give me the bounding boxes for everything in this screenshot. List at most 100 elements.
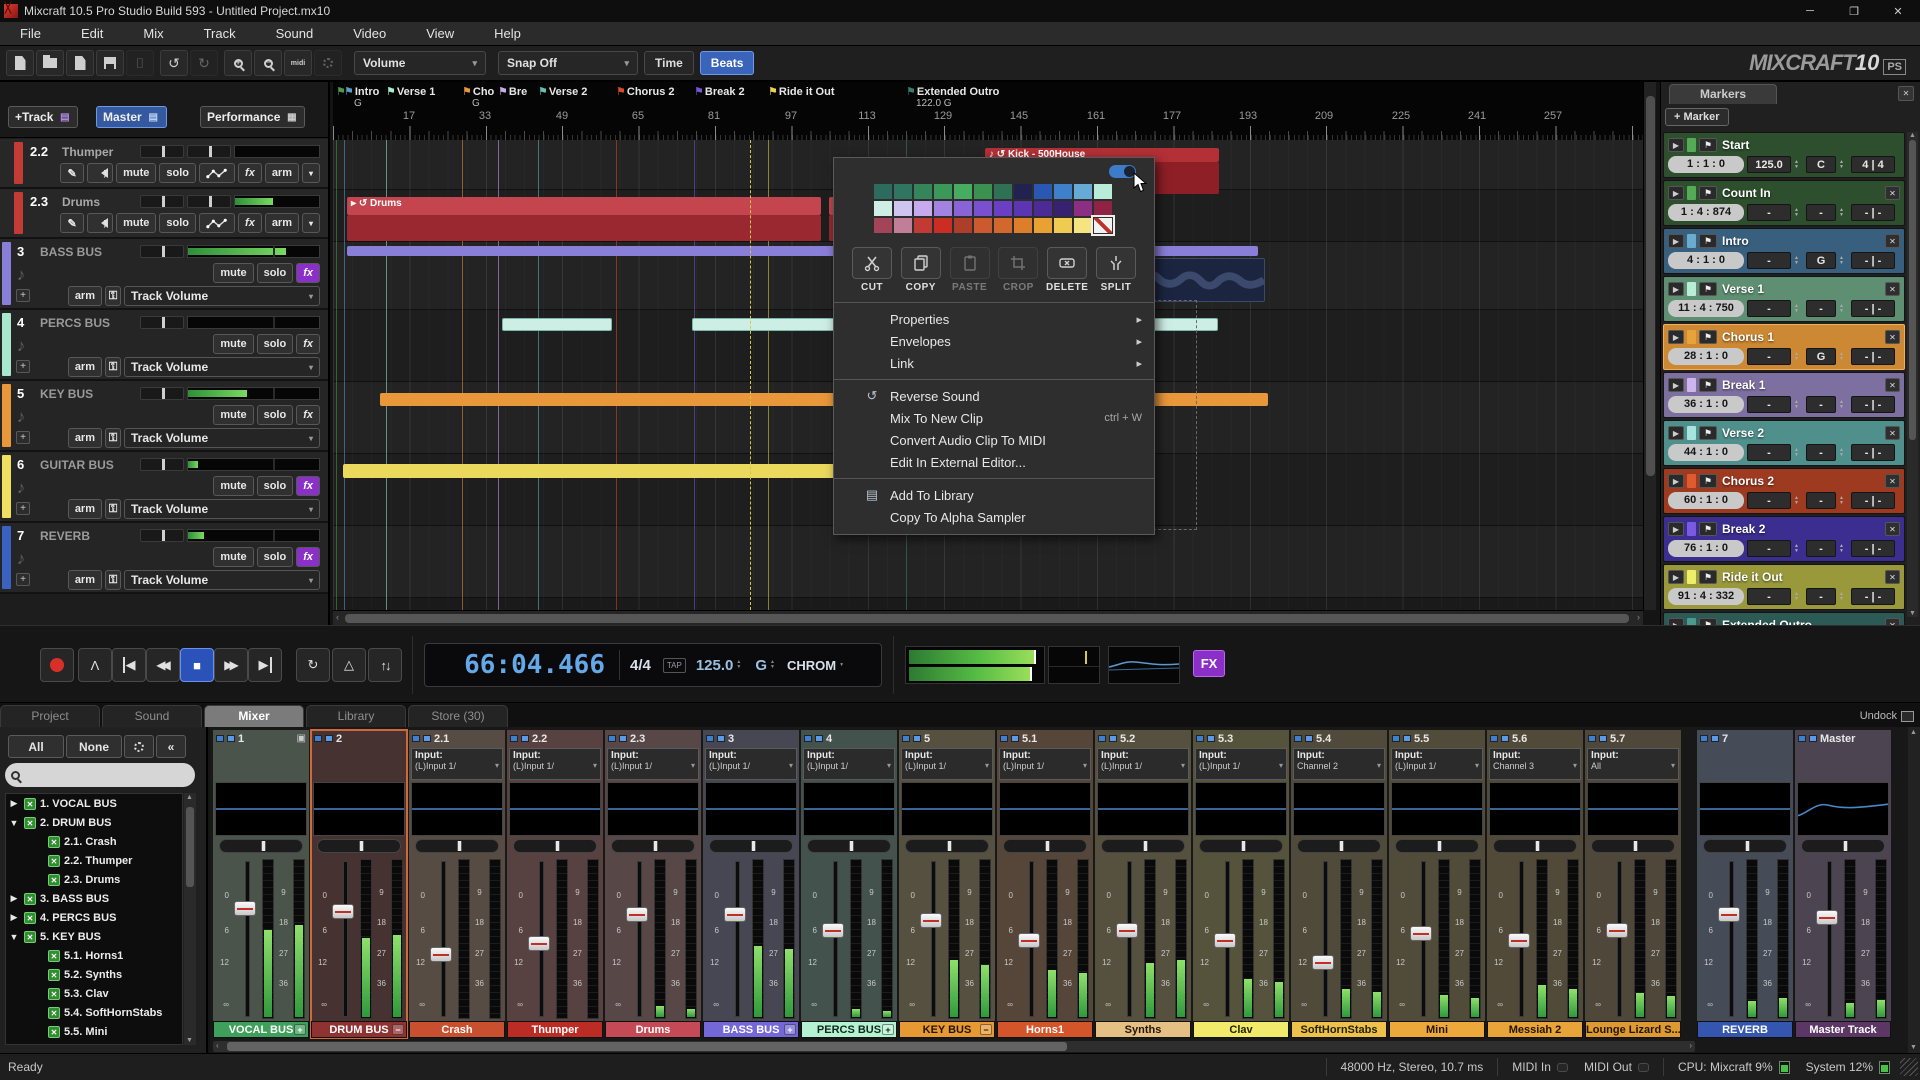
tempo-spinner[interactable]: ▲▼ xyxy=(1794,444,1803,461)
section-marker[interactable]: ⚑Extended Outro 122.0 G xyxy=(906,84,1056,109)
channel-name-label[interactable]: KEY BUS− xyxy=(899,1021,995,1038)
channel-name-label[interactable]: Drums xyxy=(605,1021,701,1038)
marker-tempo-field[interactable]: - xyxy=(1747,444,1791,461)
expand-collapse-button[interactable]: − xyxy=(980,1024,992,1035)
marker-card[interactable]: ▶ ⚑ Chorus 2 ✕ 60 : 1 : 0 - ▲▼ - ▲▼ - | … xyxy=(1663,468,1905,514)
color-swatch[interactable] xyxy=(1094,184,1112,199)
search-input[interactable] xyxy=(5,763,195,787)
eq-display[interactable] xyxy=(705,782,797,836)
marker-expand-button[interactable]: ▶ xyxy=(1668,474,1684,488)
monitor-button[interactable]: ) xyxy=(87,213,113,233)
scrollbar-thumb[interactable] xyxy=(186,807,194,887)
undo-button[interactable]: ↺ xyxy=(160,50,188,76)
expand-arrow-icon[interactable]: ▶ xyxy=(8,893,20,904)
time-mode-button[interactable]: Time xyxy=(644,51,694,75)
eq-display[interactable] xyxy=(1587,782,1679,836)
color-swatch[interactable] xyxy=(954,201,972,216)
master-fx-button[interactable]: FX xyxy=(1193,650,1225,677)
tree-item[interactable]: ✕ 5.4. SoftHornStabs xyxy=(6,1003,182,1022)
fader-handle[interactable] xyxy=(1116,923,1138,938)
tempo-spinner[interactable]: ▲▼ xyxy=(1794,156,1803,173)
midi-button[interactable]: midi xyxy=(284,50,312,76)
scrollbar-thumb[interactable] xyxy=(227,1042,1067,1051)
marker-key-field[interactable]: G xyxy=(1806,348,1836,365)
volume-fader[interactable] xyxy=(1812,859,1842,1019)
tab-sound[interactable]: Sound xyxy=(102,705,202,727)
section-marker[interactable]: ⚑Chorus 2 xyxy=(616,84,766,98)
automation-param-select[interactable]: Track Volume▾ xyxy=(124,357,320,377)
no-color-swatch-selected[interactable] xyxy=(1094,218,1112,233)
tree-item[interactable]: ▶ ✕ 4. PERCS BUS xyxy=(6,908,182,927)
crop-button[interactable]: CROP xyxy=(996,247,1040,293)
solo-button[interactable]: solo xyxy=(159,213,196,233)
menu-item[interactable]: Video xyxy=(333,22,406,46)
channel-header[interactable]: 5 xyxy=(899,730,995,747)
timeline-vertical-scrollbar[interactable] xyxy=(1643,82,1656,610)
tempo-spinner[interactable]: ▲▼ xyxy=(1794,204,1803,221)
volume-fader[interactable] xyxy=(1112,859,1142,1019)
channel-header[interactable]: 4 xyxy=(801,730,897,747)
color-swatch[interactable] xyxy=(874,218,892,233)
track-name[interactable]: GUITAR BUS xyxy=(40,458,114,472)
context-menu-item[interactable]: Mix To New Clip ctrl + W xyxy=(834,407,1154,429)
marker-time-field[interactable]: 91 : 4 : 332 xyxy=(1668,588,1744,605)
channel-name-label[interactable]: REVERB xyxy=(1697,1021,1793,1038)
marker-timesig-field[interactable]: - | - xyxy=(1851,540,1895,557)
context-menu-item[interactable]: Copy To Alpha Sampler xyxy=(834,506,1154,528)
fader-handle[interactable] xyxy=(528,936,550,951)
punch-button[interactable]: Λ xyxy=(78,648,112,682)
section-marker[interactable]: ⚑ xyxy=(336,84,486,98)
tree-item[interactable]: ▼ ✕ 5. KEY BUS xyxy=(6,927,182,946)
tempo-spinner[interactable]: ▲▼ xyxy=(1794,300,1803,317)
select-none-button[interactable]: None xyxy=(66,735,122,758)
marker-expand-button[interactable]: ▶ xyxy=(1668,186,1684,200)
volume-fader[interactable] xyxy=(1602,859,1632,1019)
track-options-button[interactable]: ▾ xyxy=(302,163,320,183)
marker-color-chip[interactable] xyxy=(1687,570,1696,584)
mixer-channel-strip[interactable]: 5.7 Input: All▾ 0 6 12 xyxy=(1585,730,1681,1038)
key-spinner[interactable]: ▲▼ xyxy=(1839,540,1848,557)
marker-time-field[interactable]: 1 : 1 : 0 xyxy=(1668,156,1744,173)
volume-fader[interactable] xyxy=(1406,859,1436,1019)
key-spinner[interactable]: ▲▼ xyxy=(1839,444,1848,461)
punch-in-out-button[interactable]: ↑↓ xyxy=(368,648,402,682)
volume-slider[interactable] xyxy=(187,145,231,158)
scrollbar-thumb[interactable] xyxy=(345,614,1629,623)
key-spinner[interactable]: ▲▼ xyxy=(1839,348,1848,365)
channel-checkbox[interactable]: ✕ xyxy=(48,1007,60,1019)
solo-button[interactable]: solo xyxy=(257,405,294,425)
time-display[interactable]: 66:04.466 xyxy=(425,650,605,680)
input-select[interactable]: Input: (L)Input 1/▾ xyxy=(607,748,699,780)
context-menu-item[interactable]: Convert Audio Clip To MIDI xyxy=(834,429,1154,451)
key-spinner[interactable]: ▲▼ xyxy=(1839,204,1848,221)
marker-tempo-field[interactable]: 125.0 xyxy=(1747,156,1791,173)
scroll-up-icon[interactable]: ▲ xyxy=(1910,729,1917,736)
mixer-channel-strip[interactable]: 5 Input: (L)Input 1/▾ 0 6 xyxy=(899,730,995,1038)
input-select[interactable]: Input: (L)Input 1/▾ xyxy=(705,748,797,780)
fader-handle[interactable] xyxy=(626,907,648,922)
monitor-button[interactable]: ) xyxy=(87,163,113,183)
automation-type-select[interactable]: Volume▾ xyxy=(354,51,486,75)
pan-slider[interactable] xyxy=(611,839,695,853)
open-project-button[interactable] xyxy=(36,50,64,76)
channel-name-label[interactable]: PERCS BUS+ xyxy=(801,1021,897,1038)
channel-name-label[interactable]: Horns1 xyxy=(997,1021,1093,1038)
bus-track-row[interactable]: 5 KEY BUS ♪ mute solo fx arm ⚿ Track Vol… xyxy=(0,381,328,452)
color-swatch[interactable] xyxy=(994,218,1012,233)
context-menu-item[interactable]: Edit In External Editor... xyxy=(834,451,1154,473)
fader-handle[interactable] xyxy=(1508,933,1530,948)
channel-name-label[interactable]: Clav xyxy=(1193,1021,1289,1038)
eq-display[interactable] xyxy=(1195,782,1287,836)
arm-button[interactable]: arm xyxy=(68,499,102,519)
record-button[interactable] xyxy=(40,648,74,682)
mixer-channel-strip[interactable]: 2.2 Input: (L)Input 1/▾ 0 6 xyxy=(507,730,603,1038)
eq-display[interactable] xyxy=(509,782,601,836)
eq-display[interactable] xyxy=(901,782,993,836)
context-menu-item[interactable]: Envelopes ▸ xyxy=(834,330,1154,352)
bus-track-row[interactable]: 4 PERCS BUS ♪ mute solo fx arm ⚿ Track V… xyxy=(0,310,328,381)
menu-item[interactable]: File xyxy=(0,22,61,46)
marker-card[interactable]: ▶ ⚑ Verse 2 ✕ 44 : 1 : 0 - ▲▼ - ▲▼ - | - xyxy=(1663,420,1905,466)
go-to-end-button[interactable]: ▶ xyxy=(248,648,282,682)
pan-slider[interactable] xyxy=(1703,839,1787,853)
eq-display[interactable] xyxy=(999,782,1091,836)
